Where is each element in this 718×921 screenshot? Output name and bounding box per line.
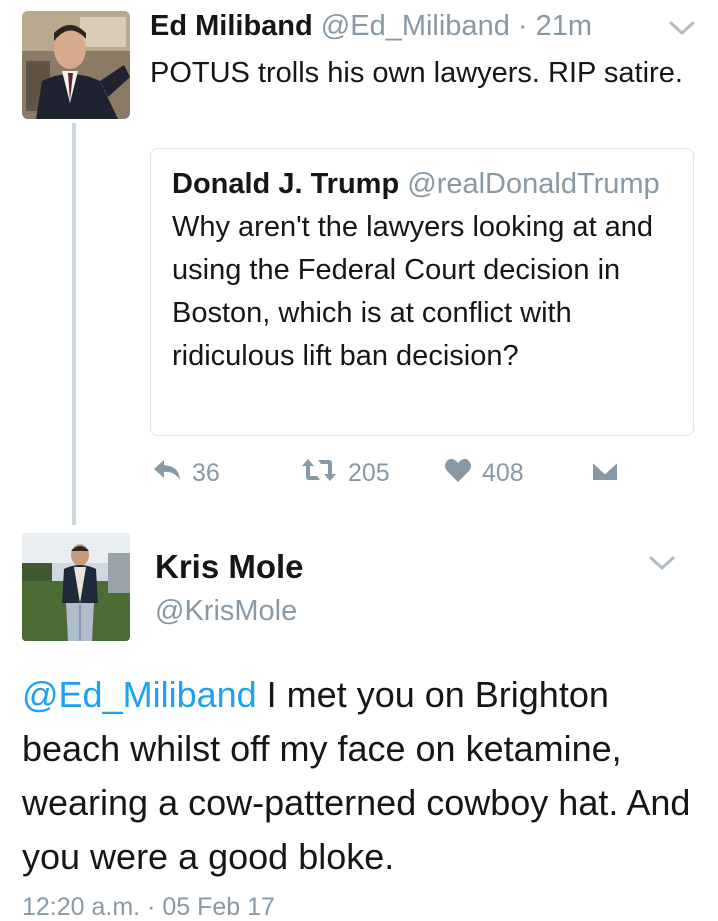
direct-message-icon xyxy=(590,457,630,490)
retweet-button[interactable]: 205 xyxy=(300,455,390,491)
tweet-time[interactable]: 21m xyxy=(536,10,592,42)
like-icon xyxy=(444,457,482,490)
direct-message-button[interactable] xyxy=(590,455,630,491)
reply-button[interactable]: 36 xyxy=(152,455,220,491)
retweet-icon xyxy=(300,457,348,490)
author-handle[interactable]: @Ed_Miliband xyxy=(321,10,510,42)
avatar[interactable] xyxy=(22,533,130,641)
author-handle[interactable]: @KrisMole xyxy=(155,593,297,629)
retweet-count: 205 xyxy=(348,458,390,487)
header-separator: · xyxy=(509,10,536,42)
author-name[interactable]: Ed Miliband xyxy=(150,10,313,42)
tweet-timestamp[interactable]: 12:20 a.m. · 05 Feb 17 xyxy=(22,890,275,921)
quoted-author-handle: @realDonaldTrump xyxy=(407,168,660,200)
tweet-text: @Ed_Miliband I met you on Brighton beach… xyxy=(22,668,702,884)
reply-icon xyxy=(152,457,192,490)
chevron-down-icon[interactable] xyxy=(648,553,676,573)
reply-count: 36 xyxy=(192,458,220,487)
quoted-tweet-header: Donald J. Trump @realDonaldTrump xyxy=(172,167,660,201)
like-button[interactable]: 408 xyxy=(444,455,524,491)
tweet-text: POTUS trolls his own lawyers. RIP satire… xyxy=(150,57,683,89)
avatar[interactable] xyxy=(22,11,130,119)
like-count: 408 xyxy=(482,458,524,487)
quoted-tweet-text: Why aren't the lawyers looking at and us… xyxy=(172,211,654,372)
tweet-actions: 36 205 408 xyxy=(0,455,718,495)
chevron-down-icon[interactable] xyxy=(668,18,696,38)
mention-link[interactable]: @Ed_Miliband xyxy=(22,674,257,715)
quoted-author-name: Donald J. Trump xyxy=(172,168,400,200)
author-name[interactable]: Kris Mole xyxy=(155,548,304,586)
tweet-header: Ed Miliband @Ed_Miliband · 21m xyxy=(150,9,592,43)
quoted-tweet[interactable]: Donald J. Trump @realDonaldTrump Why are… xyxy=(150,148,694,436)
